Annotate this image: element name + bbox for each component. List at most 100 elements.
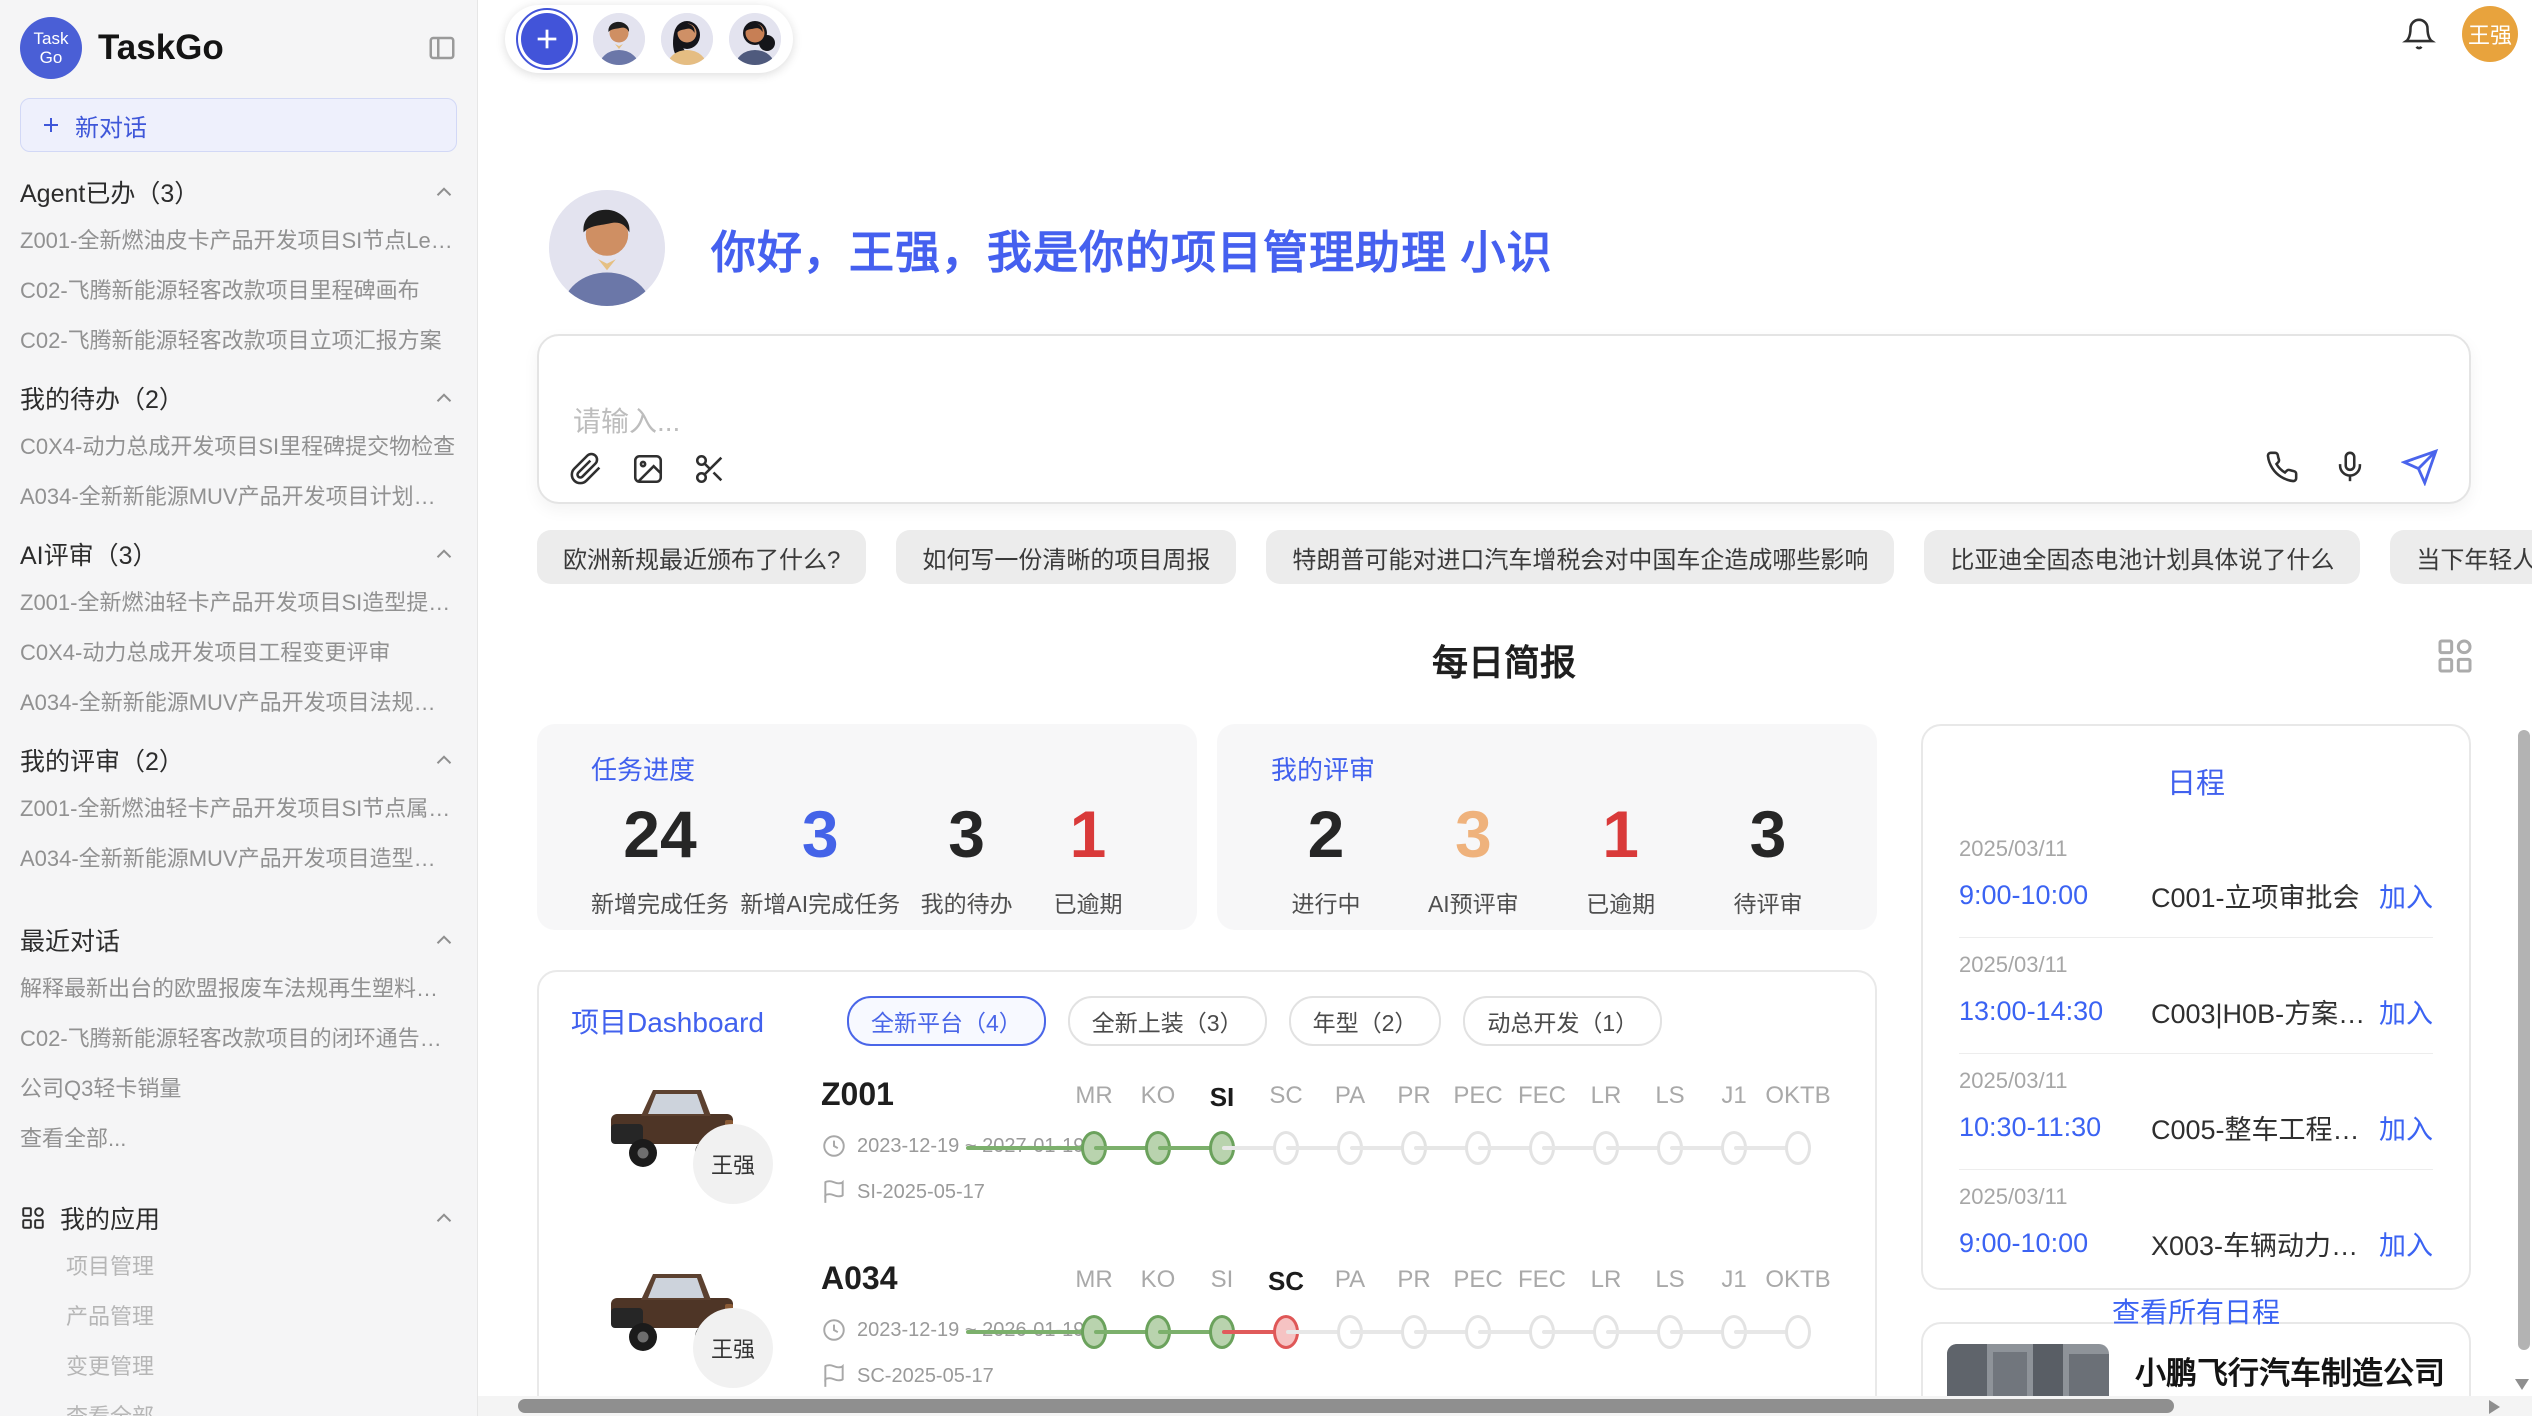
my-apps-header[interactable]: 我的应用: [20, 1200, 457, 1236]
conversation-item[interactable]: C02-飞腾新能源轻客改款项目里程碑画布: [20, 264, 457, 314]
app-window: Task Go TaskGo 新对话 Agent已办（3）Z001-全新燃油皮卡…: [0, 0, 2532, 1416]
dashboard-title: 项目Dashboard: [571, 1001, 847, 1041]
stat-label: 进行中: [1292, 885, 1361, 919]
sidebar-section-header[interactable]: 我的待办（2）: [20, 380, 457, 416]
event-time: 13:00-14:30: [1959, 996, 2135, 1027]
conversation-item[interactable]: C02-飞腾新能源轻客改款项目的闭环通告反馈情况: [20, 1012, 457, 1062]
view-all-schedule-link[interactable]: 查看所有日程: [1959, 1285, 2433, 1333]
conversation-item[interactable]: A034-全新新能源MUV产品开发项目法规符合性评审: [20, 676, 457, 726]
main-content: 你好，王强，我是你的项目管理助理 小识 请输入...: [478, 74, 2532, 1416]
chevron-up-icon: [431, 541, 457, 567]
assistant-avatar-2[interactable]: [661, 13, 713, 65]
app-item[interactable]: 项目管理: [20, 1240, 457, 1290]
conversation-item[interactable]: A034-全新新能源MUV产品开发项目造型可行性评审: [20, 832, 457, 882]
suggestion-chip[interactable]: 欧洲新规最近颁布了什么?: [537, 530, 866, 584]
horizontal-scrollbar[interactable]: [478, 1396, 2532, 1416]
new-chat-button[interactable]: 新对话: [20, 98, 457, 152]
milestone-track: MRKOSISCPAPRPECFECLRLSJ1OKTB: [966, 1074, 1843, 1230]
image-icon[interactable]: [631, 452, 665, 486]
horizontal-scrollbar-thumb[interactable]: [518, 1399, 2174, 1413]
schedule-event: 2025/03/1110:30-11:30C005-整车工程目标评审加入: [1959, 1053, 2433, 1169]
conversation-item[interactable]: A034-全新新能源MUV产品开发项目计划变更表编写: [20, 470, 457, 520]
main-area: 王强 你好，王强，我是你的项目管理助理 小识 请输入...: [478, 0, 2532, 1416]
conversation-item[interactable]: C02-飞腾新能源轻客改款项目立项汇报方案: [20, 314, 457, 364]
milestone-node[interactable]: [1785, 1131, 1811, 1165]
scroll-right-arrow[interactable]: [2489, 1400, 2500, 1414]
right-column: 日程 2025/03/119:00-10:00C001-立项审批会加入2025/…: [1921, 724, 2471, 1416]
milestone-label: OKTB: [1753, 1266, 1843, 1294]
stat-value: 3: [1750, 795, 1787, 873]
project-media: 王强: [571, 1258, 821, 1414]
stat-label: 新增AI完成任务: [740, 885, 900, 919]
milestone-node[interactable]: [1785, 1315, 1811, 1349]
assistant-switcher: [505, 5, 793, 73]
dashboard-filter-tab[interactable]: 动总开发（1）: [1463, 996, 1662, 1046]
clock-icon: [821, 1133, 847, 1159]
conversation-item[interactable]: Z001-全新燃油皮卡产品开发项目SI节点Lesson Learn报告: [20, 214, 457, 264]
project-owner-avatar: 王强: [693, 1308, 773, 1388]
collapse-panel-icon[interactable]: [427, 33, 457, 63]
conversation-item[interactable]: 公司Q3轻卡销量: [20, 1062, 457, 1112]
conversation-item[interactable]: C0X4-动力总成开发项目SI里程碑提交物检查: [20, 420, 457, 470]
stat-value: 1: [1602, 795, 1639, 873]
sidebar-sections: Agent已办（3） Z001-全新燃油皮卡产品开发项目SI节点Lesson Le…: [20, 158, 457, 882]
chevron-up-icon: [431, 385, 457, 411]
section-title: 我的评审（2）: [20, 742, 184, 778]
schedule-event: 2025/03/119:00-10:00C001-立项审批会加入: [1959, 822, 2433, 937]
stat: 2进行中: [1271, 795, 1381, 919]
logo-text-bottom: Go: [40, 48, 63, 67]
dashboard-filter-tab[interactable]: 全新上装（3）: [1068, 996, 1267, 1046]
scissors-icon[interactable]: [693, 452, 727, 486]
stat: 3新增AI完成任务: [740, 795, 900, 919]
dashboard-filter-tab[interactable]: 年型（2）: [1289, 996, 1442, 1046]
suggestion-chip[interactable]: 特朗普可能对进口汽车增税会对中国车企造成哪些影响: [1266, 530, 1894, 584]
paperclip-icon[interactable]: [569, 452, 603, 486]
suggestion-chip[interactable]: 如何写一份清晰的项目周报: [896, 530, 1236, 584]
suggestion-chip[interactable]: 比亚迪全固态电池计划具体说了什么: [1924, 530, 2360, 584]
stat-label: 我的待办: [921, 885, 1013, 919]
recent-section-header[interactable]: 最近对话: [20, 922, 457, 958]
section-title: 我的应用: [60, 1200, 417, 1236]
sidebar-section-header[interactable]: Agent已办（3）: [20, 174, 457, 210]
event-date: 2025/03/11: [1959, 836, 2433, 862]
join-link[interactable]: 加入: [2379, 876, 2433, 915]
event-name: C001-立项审批会: [2135, 876, 2379, 915]
layout-grid-icon[interactable]: [2435, 636, 2475, 681]
section-title: 我的待办（2）: [20, 380, 184, 416]
phone-icon[interactable]: [2265, 450, 2299, 484]
conversation-item[interactable]: Z001-全新燃油轻卡产品开发项目SI节点属性5D文件评审: [20, 782, 457, 832]
join-link[interactable]: 加入: [2379, 1108, 2433, 1147]
view-all-link[interactable]: 查看全部...: [20, 1112, 457, 1162]
project-dashboard-card: 项目Dashboard 全新平台（4） 全新上装（3） 年型（2） 动总开发（1） 王…: [537, 970, 1877, 1416]
dashboard-filter-tab[interactable]: 全新平台（4）: [847, 996, 1046, 1046]
greeting: 你好，王强，我是你的项目管理助理 小识: [537, 190, 2471, 306]
suggestion-chip[interactable]: 当下年轻人对汽车外观有怎样的喜好趋势: [2390, 530, 2532, 584]
sidebar-section-header[interactable]: 我的评审（2）: [20, 742, 457, 778]
send-icon[interactable]: [2401, 448, 2439, 486]
assistant-avatar-1[interactable]: [593, 13, 645, 65]
sidebar-body: Agent已办（3） Z001-全新燃油皮卡产品开发项目SI节点Lesson Le…: [20, 158, 457, 1416]
join-link[interactable]: 加入: [2379, 992, 2433, 1031]
event-row: 9:00-10:00X003-车辆动力学性能验...加入: [1959, 1224, 2433, 1263]
vertical-scrollbar-thumb[interactable]: [2518, 730, 2530, 1350]
assistant-avatar-3[interactable]: [729, 13, 781, 65]
app-item[interactable]: 产品管理: [20, 1290, 457, 1340]
chat-input-box[interactable]: 请输入...: [537, 334, 2471, 504]
scroll-down-arrow[interactable]: [2515, 1379, 2529, 1390]
conversation-item[interactable]: Z001-全新燃油轻卡产品开发项目SI造型提交物评审: [20, 576, 457, 626]
conversation-item[interactable]: 解释最新出台的欧盟报废车法规再生塑料比例被调至15%...: [20, 962, 457, 1012]
app-item[interactable]: 变更管理: [20, 1340, 457, 1390]
app-item[interactable]: 查看全部...: [20, 1390, 457, 1416]
stat-items: 2进行中3AI预评审1已逾期3待评审: [1271, 795, 1823, 919]
user-avatar[interactable]: 王强: [2462, 6, 2518, 62]
app-title: TaskGo: [98, 28, 411, 68]
sidebar-section-header[interactable]: AI评审（3）: [20, 536, 457, 572]
stat-value: 3: [948, 795, 985, 873]
section-title: 最近对话: [20, 922, 120, 958]
notification-bell-icon[interactable]: [2402, 17, 2436, 51]
add-assistant-button[interactable]: [521, 13, 573, 65]
join-link[interactable]: 加入: [2379, 1224, 2433, 1263]
microphone-icon[interactable]: [2333, 450, 2367, 484]
news-title: 小鹏飞行汽车制造公司增资: [2135, 1348, 2445, 1393]
conversation-item[interactable]: C0X4-动力总成开发项目工程变更评审: [20, 626, 457, 676]
